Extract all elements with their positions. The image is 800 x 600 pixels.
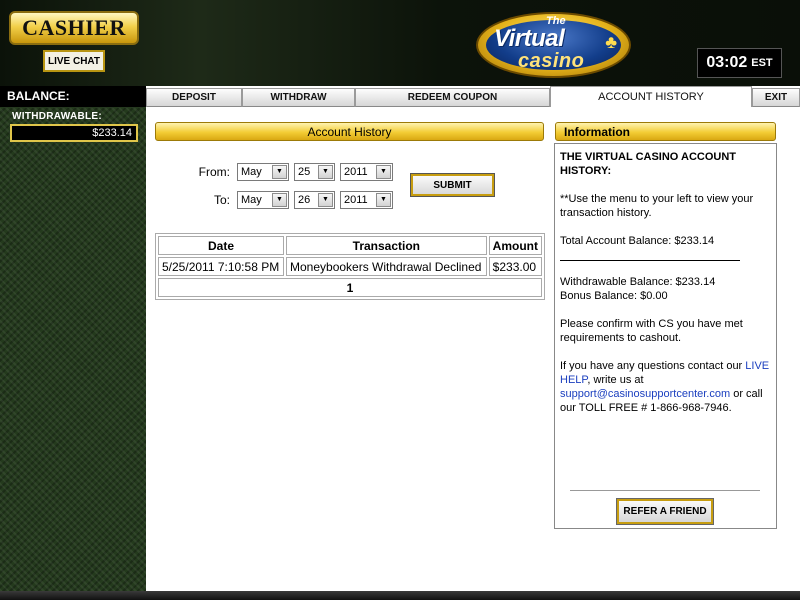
from-day-select[interactable]: 25 ▼ [294, 162, 335, 181]
table-header-row: Date Transaction Amount [158, 236, 542, 255]
balance-label: BALANCE: [0, 86, 146, 107]
to-year-select[interactable]: 2011 ▼ [340, 190, 393, 209]
chevron-down-icon: ▼ [376, 164, 391, 179]
sidebar: WITHDRAWABLE: $233.14 [0, 107, 146, 591]
tab-exit[interactable]: EXIT [752, 88, 800, 107]
chevron-down-icon: ▼ [318, 192, 333, 207]
live-chat-button[interactable]: LIVE CHAT [43, 50, 105, 72]
to-month-value: May [241, 193, 262, 206]
to-year-value: 2011 [344, 193, 368, 206]
divider [560, 260, 740, 261]
cell-date: 5/25/2011 7:10:58 PM [158, 257, 284, 276]
support-email-link[interactable]: support@casinosupportcenter.com [560, 388, 730, 400]
chevron-down-icon: ▼ [376, 192, 391, 207]
chevron-down-icon: ▼ [272, 164, 287, 179]
column-header-amount: Amount [488, 236, 542, 255]
information-box: THE VIRTUAL CASINO ACCOUNT HISTORY: **Us… [554, 143, 777, 529]
from-month-select[interactable]: May ▼ [237, 162, 289, 181]
tab-bar: DEPOSIT WITHDRAW REDEEM COUPON ACCOUNT H… [146, 86, 800, 107]
logo-virtual: Virtual [494, 25, 565, 52]
divider [570, 490, 760, 491]
tab-redeem-coupon[interactable]: REDEEM COUPON [355, 88, 550, 107]
info-instructions: **Use the menu to your left to view your… [560, 193, 754, 219]
page-number[interactable]: 1 [158, 278, 542, 297]
to-month-select[interactable]: May ▼ [237, 190, 289, 209]
table-row: 5/25/2011 7:10:58 PM Moneybookers Withdr… [158, 257, 542, 276]
from-date-row: From: May ▼ 25 ▼ 2011 ▼ [155, 162, 398, 181]
withdrawable-value: $233.14 [10, 124, 138, 142]
tab-withdraw[interactable]: WITHDRAW [242, 88, 355, 107]
from-year-select[interactable]: 2011 ▼ [340, 162, 393, 181]
information-header: Information [555, 122, 776, 141]
clock-time: 03:02 [706, 54, 748, 71]
to-date-row: To: May ▼ 26 ▼ 2011 ▼ [155, 190, 398, 209]
from-year-value: 2011 [344, 165, 368, 178]
column-header-transaction: Transaction [286, 236, 487, 255]
to-day-select[interactable]: 26 ▼ [294, 190, 335, 209]
column-header-date: Date [158, 236, 284, 255]
clock-zone: EST [751, 57, 773, 69]
cell-amount: $233.00 [488, 257, 542, 276]
clock: 03:02 EST [697, 48, 782, 78]
chevron-down-icon: ▼ [318, 164, 333, 179]
submit-button[interactable]: SUBMIT [410, 173, 495, 197]
from-day-value: 25 [298, 165, 311, 178]
bottom-bar [0, 591, 800, 600]
confirm-text: Please confirm with CS you have met requ… [560, 318, 743, 344]
header: CASHIER LIVE CHAT The Virtual casino ♣ 0… [0, 0, 800, 86]
to-label: To: [213, 192, 230, 207]
transactions-table: Date Transaction Amount 5/25/2011 7:10:5… [155, 233, 545, 300]
chevron-down-icon: ▼ [272, 192, 287, 207]
info-heading: THE VIRTUAL CASINO ACCOUNT HISTORY: [560, 151, 736, 177]
total-balance: Total Account Balance: $233.14 [560, 235, 715, 247]
tab-deposit[interactable]: DEPOSIT [146, 88, 242, 107]
from-label: From: [198, 164, 230, 179]
bonus-balance: Bonus Balance: $0.00 [560, 290, 668, 302]
cashier-title: CASHIER [9, 11, 139, 45]
to-day-value: 26 [298, 193, 311, 206]
pagination-row: 1 [158, 278, 542, 297]
refer-a-friend-button[interactable]: REFER A FRIEND [616, 498, 714, 525]
write-us-text: , write us at [587, 374, 644, 386]
tab-account-history[interactable]: ACCOUNT HISTORY [550, 86, 752, 107]
contact-prefix: If you have any questions contact our [560, 360, 746, 372]
contact-text: If you have any questions contact our LI… [560, 359, 771, 415]
virtual-casino-logo: The Virtual casino ♣ [476, 12, 631, 78]
from-month-value: May [241, 165, 262, 178]
withdrawable-label: WITHDRAWABLE: [12, 111, 102, 122]
withdrawable-balance: Withdrawable Balance: $233.14 [560, 276, 716, 288]
logo-casino: casino [518, 50, 585, 72]
account-history-header: Account History [155, 122, 544, 141]
club-icon: ♣ [605, 32, 617, 52]
cell-transaction: Moneybookers Withdrawal Declined [286, 257, 487, 276]
